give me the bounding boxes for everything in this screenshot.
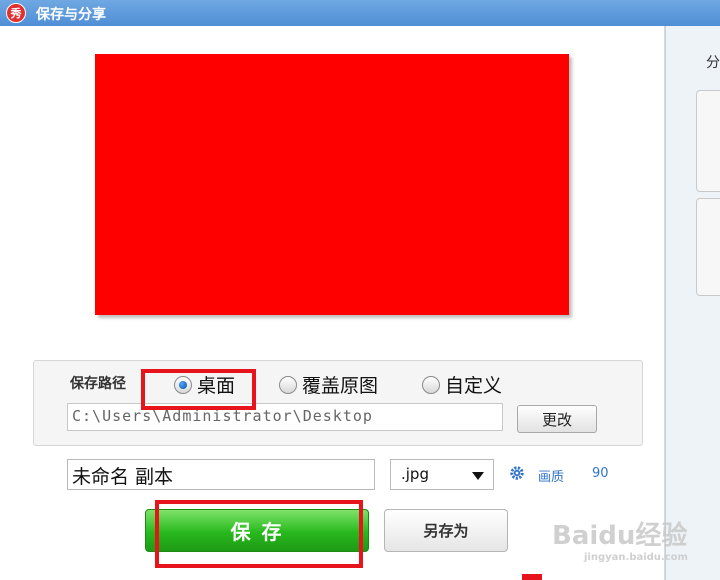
highlight-box-desktop	[141, 369, 256, 410]
highlight-box-save	[155, 500, 363, 568]
image-preview	[95, 54, 569, 315]
save-path-field[interactable]: C:\Users\Administrator\Desktop	[67, 403, 503, 431]
share-panel: 分	[665, 26, 720, 580]
title-bar: 秀 保存与分享	[0, 0, 720, 26]
radio-custom[interactable]: 自定义	[422, 371, 505, 398]
radio-overwrite[interactable]: 覆盖原图	[279, 371, 384, 398]
share-option-card[interactable]	[696, 198, 720, 296]
save-as-button[interactable]: 另存为	[384, 509, 508, 552]
quality-link[interactable]: 画质	[538, 466, 564, 485]
dropdown-arrow-icon	[472, 472, 484, 480]
radio-custom-label: 自定义	[445, 375, 503, 397]
filename-field[interactable]: 未命名 副本	[67, 459, 375, 490]
quality-value: 90	[592, 466, 609, 481]
watermark-brand: Baidu经验	[552, 521, 688, 551]
save-path-group: 保存路径 桌面 覆盖原图 自定义 C:\Users\Administrator\…	[33, 360, 643, 446]
share-option-card[interactable]	[696, 90, 720, 192]
window-title: 保存与分享	[36, 7, 106, 23]
radio-overwrite-label: 覆盖原图	[302, 375, 379, 397]
watermark-url: jingyan.baidu.com	[584, 552, 688, 563]
format-dropdown-value: .jpg	[401, 465, 429, 483]
bottom-edge-mark	[522, 574, 542, 580]
change-path-button[interactable]: 更改	[517, 405, 597, 433]
save-path-label: 保存路径	[70, 376, 126, 392]
share-panel-label: 分	[706, 55, 720, 71]
radio-unselected-icon	[279, 375, 297, 394]
app-logo-icon: 秀	[6, 3, 26, 23]
radio-unselected-icon	[422, 375, 440, 394]
format-dropdown[interactable]: .jpg	[390, 459, 494, 490]
gear-icon[interactable]	[510, 466, 524, 480]
